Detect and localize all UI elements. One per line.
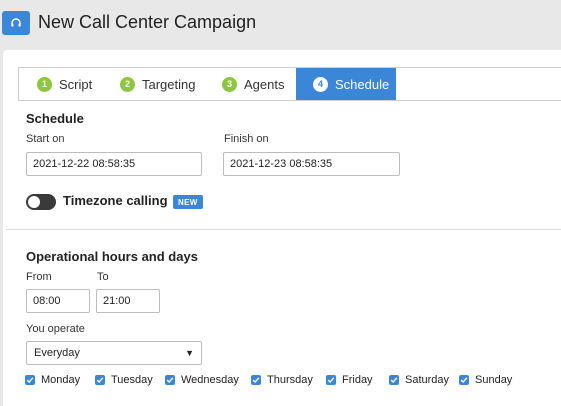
from-label: From xyxy=(26,271,52,283)
step-number: 4 xyxy=(313,76,328,92)
tab-script[interactable]: 1 Script xyxy=(19,68,103,100)
day-label: Friday xyxy=(342,374,373,386)
operate-selected-value: Everyday xyxy=(34,347,80,359)
toggle-knob xyxy=(28,196,40,208)
checkbox-checked-icon xyxy=(326,375,336,385)
tab-label: Agents xyxy=(244,76,285,92)
day-checkbox-thursday[interactable]: Thursday xyxy=(251,374,313,386)
headset-icon xyxy=(2,11,30,35)
day-checkbox-monday[interactable]: Monday xyxy=(25,374,80,386)
tab-label: Targeting xyxy=(142,76,196,92)
from-time-field[interactable]: 08:00 xyxy=(26,289,90,313)
day-label: Thursday xyxy=(267,374,313,386)
day-checkbox-saturday[interactable]: Saturday xyxy=(389,374,449,386)
day-label: Wednesday xyxy=(181,374,239,386)
checkbox-checked-icon xyxy=(165,375,175,385)
tab-targeting[interactable]: 2 Targeting xyxy=(103,68,204,100)
day-checkbox-wednesday[interactable]: Wednesday xyxy=(165,374,239,386)
checkbox-checked-icon xyxy=(251,375,261,385)
day-checkbox-sunday[interactable]: Sunday xyxy=(459,374,512,386)
finish-on-field[interactable]: 2021-12-23 08:58:35 xyxy=(223,152,400,176)
step-number: 3 xyxy=(222,76,237,92)
operate-select[interactable]: Everyday ▼ xyxy=(26,341,202,365)
tab-label: Schedule xyxy=(335,76,390,92)
new-badge: NEW xyxy=(173,195,203,209)
checkbox-checked-icon xyxy=(389,375,399,385)
checkbox-checked-icon xyxy=(95,375,105,385)
timezone-toggle[interactable] xyxy=(26,194,56,210)
day-label: Tuesday xyxy=(111,374,153,386)
start-on-field[interactable]: 2021-12-22 08:58:35 xyxy=(26,152,202,176)
operational-heading: Operational hours and days xyxy=(26,249,198,264)
to-label: To xyxy=(97,271,109,283)
campaign-panel: 1 Script 2 Targeting 3 Agents 4 Schedule… xyxy=(3,50,561,406)
day-label: Sunday xyxy=(475,374,513,386)
to-time-field[interactable]: 21:00 xyxy=(96,289,160,313)
section-divider xyxy=(6,229,561,230)
tab-label: Script xyxy=(59,76,93,92)
step-number: 1 xyxy=(37,76,52,92)
day-label: Saturday xyxy=(405,374,450,386)
page-title: New Call Center Campaign xyxy=(38,12,257,32)
wizard-tabs: 1 Script 2 Targeting 3 Agents 4 Schedule xyxy=(18,67,561,101)
timezone-calling-label: Timezone calling xyxy=(63,193,168,208)
day-label: Monday xyxy=(41,374,81,386)
finish-on-label: Finish on xyxy=(224,133,269,145)
step-number: 2 xyxy=(120,76,135,92)
chevron-down-icon: ▼ xyxy=(185,348,194,358)
day-checkbox-friday[interactable]: Friday xyxy=(326,374,373,386)
day-checkbox-tuesday[interactable]: Tuesday xyxy=(95,374,153,386)
checkbox-checked-icon xyxy=(459,375,469,385)
page-header: New Call Center Campaign xyxy=(0,0,561,48)
checkbox-checked-icon xyxy=(25,375,35,385)
start-on-label: Start on xyxy=(26,133,65,145)
tab-schedule[interactable]: 4 Schedule xyxy=(296,68,396,100)
tab-agents[interactable]: 3 Agents xyxy=(204,68,296,100)
you-operate-label: You operate xyxy=(26,323,85,335)
schedule-heading: Schedule xyxy=(26,111,84,126)
